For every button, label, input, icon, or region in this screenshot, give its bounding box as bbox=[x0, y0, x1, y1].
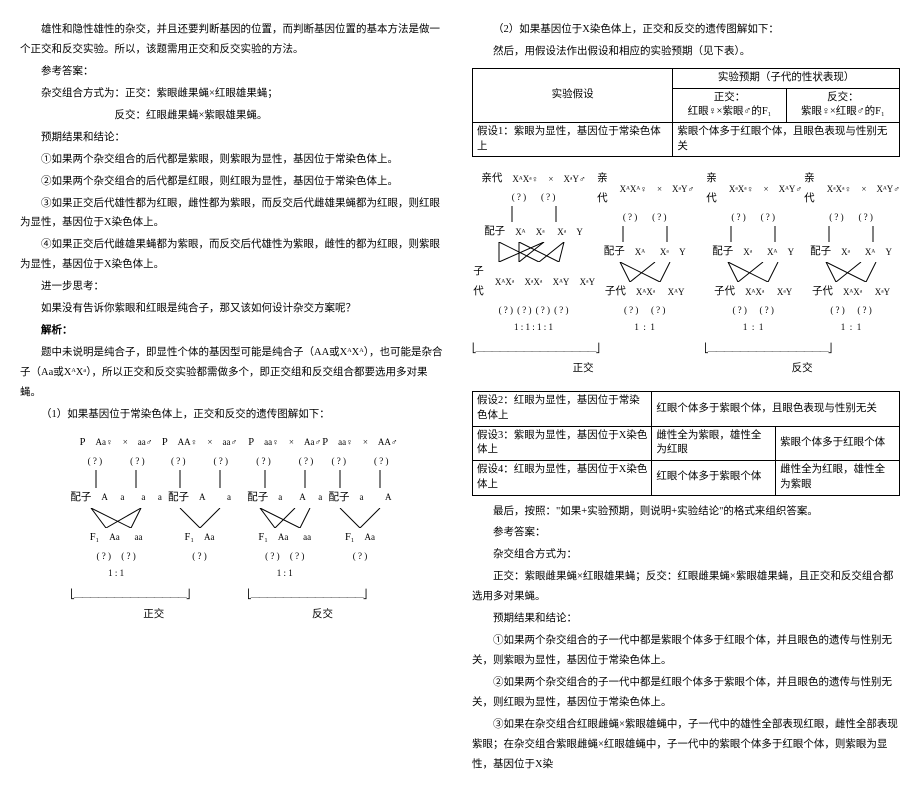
para: 最后，按照："如果+实验预期，则说明+实验结论"的格式来组织答案。 bbox=[472, 502, 900, 522]
para: 杂交组合方式为：正交：紫眼雌果蝇×红眼雄果蝇； bbox=[20, 84, 448, 104]
para: ③如果在杂交组合红眼雌蝇×紫眼雄蝇中，子一代中的雄性全部表现红眼，雌性全部表现紫… bbox=[472, 715, 900, 775]
heading-analysis: 解析： bbox=[20, 321, 448, 341]
para: （1）如果基因位于常染色体上，正交和反交的遗传图解如下： bbox=[20, 405, 448, 425]
para: 进一步思考： bbox=[20, 277, 448, 297]
hypothesis-table-1: 实验假设 实验预期（子代的性状表现） 正交：红眼♀×紫眼♂的F₁ 反交：紫眼♀×… bbox=[472, 68, 900, 157]
table-row: 假设2：红眼为显性，基因位于常染色体上 红眼个体多于紫眼个体，且眼色表现与性别无… bbox=[473, 392, 900, 426]
para: 如果没有告诉你紫眼和红眼是纯合子，那又该如何设计杂交方案呢？ bbox=[20, 299, 448, 319]
para: 杂交组合方式为： bbox=[472, 545, 900, 565]
para: 预期结果和结论： bbox=[20, 128, 448, 148]
autosomal-cross-diagram: PAa♀×aa♂ ( ? )( ? ) 配子A a a a F₁Aa aa ( … bbox=[20, 427, 448, 631]
caption-zhengjiao: 正交 bbox=[70, 605, 237, 625]
table-row: 假设4：红眼为显性，基因位于X染色体上 红眼个体多于紫眼个体 雌性全为红眼，雄性… bbox=[473, 461, 900, 495]
right-column: （2）如果基因位于X染色体上，正交和反交的遗传图解如下： 然后，用假设法作出假设… bbox=[472, 20, 900, 777]
hypothesis-table-2: 假设2：红眼为显性，基因位于常染色体上 红眼个体多于紫眼个体，且眼色表现与性别无… bbox=[472, 391, 900, 495]
para: 然后，用假设法作出假设和相应的实验预期（见下表）。 bbox=[472, 42, 900, 62]
para: 正交：紫眼雌果蝇×红眼雄果蝇；反交：红眼雌果蝇×紫眼雄果蝇，且正交和反交组合都选… bbox=[472, 567, 900, 607]
caption-fanjiao: 反交 bbox=[247, 605, 397, 625]
para: ②如果两个杂交组合的子一代中都是红眼个体多于紫眼个体，并且眼色的遗传与性别无关，… bbox=[472, 673, 900, 713]
para: 反交：红眼雌果蝇×紫眼雄果蝇。 bbox=[20, 106, 448, 126]
table-row: 假设3：紫眼为显性，基因位于X染色体上 雌性全为紫眼，雄性全为红眼 紫眼个体多于… bbox=[473, 426, 900, 460]
th-expectation: 实验预期（子代的性状表现） bbox=[673, 68, 900, 88]
para: ②如果两个杂交组合的后代都是红眼，则红眼为显性，基因位于常染色体上。 bbox=[20, 172, 448, 192]
para: ①如果两个杂交组合的子一代中都是紫眼个体多于红眼个体，并且眼色的遗传与性别无关，… bbox=[472, 631, 900, 671]
para: 预期结果和结论： bbox=[472, 609, 900, 629]
para: ④如果正交后代雌雄果蝇都为紫眼，而反交后代雄性为紫眼，雌性的都为红眼，则紫眼为显… bbox=[20, 235, 448, 275]
table-row: 假设1：紫眼为显性，基因位于常染色体上 紫眼个体多于红眼个体，且眼色表现与性别无… bbox=[473, 122, 900, 156]
th-zhengjiao: 正交：红眼♀×紫眼♂的F₁ bbox=[673, 88, 786, 122]
th-fanjiao: 反交：紫眼♀×红眼♂的F₁ bbox=[786, 88, 899, 122]
left-column: 雄性和隐性雄性的杂交，并且还要判断基因的位置，而判断基因位置的基本方法是做一个正… bbox=[20, 20, 448, 777]
th-hypothesis: 实验假设 bbox=[473, 68, 673, 122]
para: ③如果正交后代雄性都为红眼，雌性都为紫眼，而反交后代雌雄果蝇都为红眼，则红眼为显… bbox=[20, 194, 448, 234]
para: （2）如果基因位于X染色体上，正交和反交的遗传图解如下： bbox=[472, 20, 900, 40]
para: 雄性和隐性雄性的杂交，并且还要判断基因的位置，而判断基因位置的基本方法是做一个正… bbox=[20, 20, 448, 60]
para: 题中未说明是纯合子，即显性个体的基因型可能是纯合子（AA或XᴬXᴬ），也可能是杂… bbox=[20, 343, 448, 403]
xlinked-cross-diagram: 亲代XᴬXᵃ♀×XᵃY♂ ( ? ) ( ? ) 配子Xᴬ Xᵃ Xᵃ Y 子代… bbox=[472, 163, 900, 385]
para: 参考答案： bbox=[472, 523, 900, 543]
para: ①如果两个杂交组合的后代都是紫眼，则紫眼为显性，基因位于常染色体上。 bbox=[20, 150, 448, 170]
para: 参考答案： bbox=[20, 62, 448, 82]
